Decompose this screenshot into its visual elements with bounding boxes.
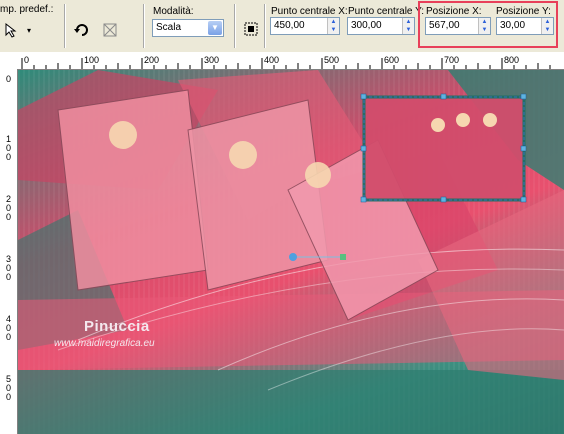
- ruler-label: 200: [6, 194, 12, 222]
- ruler-label: 500: [6, 374, 12, 402]
- mode-select[interactable]: Scala ▼: [152, 19, 224, 37]
- horizontal-ruler[interactable]: 0 100 200 300 400 500 600 700 800: [0, 52, 564, 70]
- center-y-value: 300,00: [351, 20, 382, 31]
- image-canvas[interactable]: Pinuccia www.maidiregrafica.eu: [18, 70, 564, 434]
- mode-value: Scala: [156, 22, 182, 33]
- ruler-label: 100: [6, 134, 12, 162]
- position-highlight-box: [418, 1, 558, 48]
- rotate-icon: [74, 24, 88, 36]
- ruler-label: 0: [24, 55, 30, 65]
- separator: [264, 4, 266, 48]
- apply-icon: [103, 23, 117, 37]
- ruler-label: 600: [384, 55, 400, 65]
- separator: [64, 4, 66, 48]
- chevron-down-icon[interactable]: ▼: [208, 21, 222, 35]
- center-y-label: Punto centrale Y:: [348, 6, 424, 17]
- ruler-label: 100: [84, 55, 100, 65]
- center-x-label: Punto centrale X:: [271, 6, 348, 17]
- transform-options-button[interactable]: [241, 19, 261, 39]
- center-x-stepper[interactable]: ▲ ▼: [327, 18, 339, 34]
- vertical-ruler[interactable]: 0 100 200 300 400 500: [0, 69, 18, 434]
- reset-rotate-button[interactable]: [72, 20, 92, 40]
- ruler-label: 800: [504, 55, 520, 65]
- canvas-artwork: [18, 70, 564, 434]
- center-x-input[interactable]: 450,00 ▲ ▼: [270, 17, 340, 35]
- center-y-stepper[interactable]: ▲ ▼: [402, 18, 414, 34]
- ruler-label: 500: [324, 55, 340, 65]
- separator: [234, 4, 236, 48]
- transform-icon: [244, 22, 258, 36]
- preset-label: mp. predef.:: [0, 4, 54, 15]
- separator: [143, 4, 145, 48]
- ruler-label: 700: [444, 55, 460, 65]
- watermark-name: Pinuccia: [84, 318, 150, 335]
- center-x-value: 450,00: [274, 20, 305, 31]
- apply-button[interactable]: [100, 20, 120, 40]
- ruler-label: 300: [6, 254, 12, 282]
- mode-label: Modalità:: [153, 6, 194, 17]
- ruler-label: 400: [264, 55, 280, 65]
- watermark-url: www.maidiregrafica.eu: [54, 338, 155, 349]
- ruler-label: 300: [204, 55, 220, 65]
- preset-dropdown-arrow-icon[interactable]: ▾: [19, 20, 39, 40]
- tool-options-bar: mp. predef.: ▾ Modalità: Scala ▼ Punto c…: [0, 0, 564, 53]
- center-y-input[interactable]: 300,00 ▲ ▼: [347, 17, 415, 35]
- ruler-label: 400: [6, 314, 12, 342]
- ruler-label: 0: [6, 74, 12, 84]
- ruler-label: 200: [144, 55, 160, 65]
